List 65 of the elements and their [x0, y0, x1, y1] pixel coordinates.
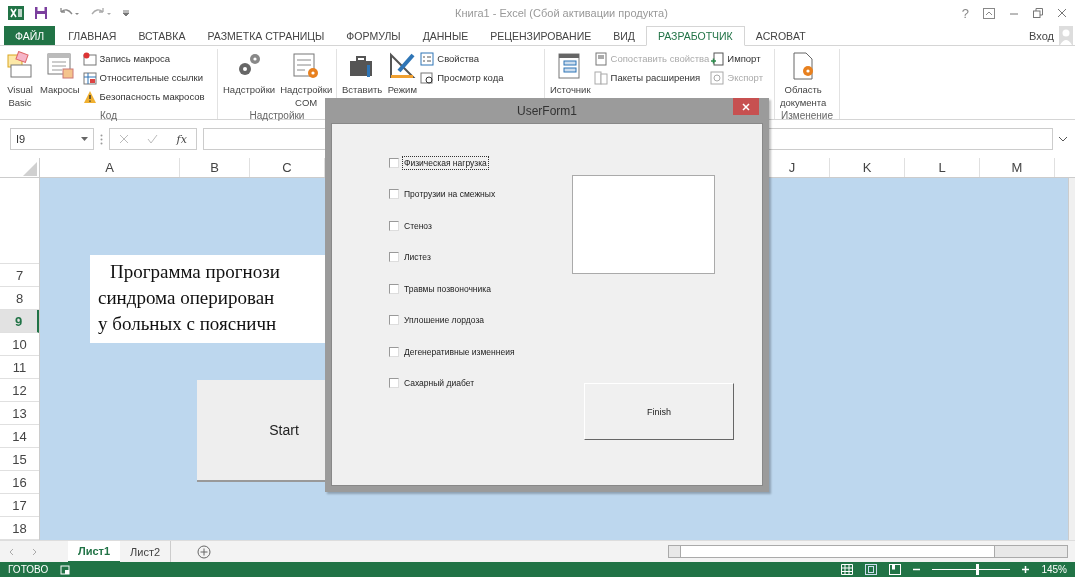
ribbon-tab[interactable]: РЕЦЕНЗИРОВАНИЕ [479, 26, 603, 45]
row-header[interactable]: 9 [0, 310, 39, 333]
status-text: ГОТОВО [8, 564, 49, 575]
ribbon-tab[interactable]: ФОРМУЛЫ [335, 26, 412, 45]
row-header[interactable]: 16 [0, 471, 39, 494]
group-label: Изменение [780, 109, 834, 123]
ribbon-button[interactable]: Режим [385, 49, 420, 105]
column-header[interactable]: A [40, 158, 180, 177]
row-header[interactable]: 7 [0, 264, 39, 287]
ribbon-tab[interactable]: ВИД [602, 26, 646, 45]
ribbon-tab[interactable]: РАЗРАБОТЧИК [645, 26, 745, 46]
ribbon-small-button[interactable]: Относительные ссылки [82, 69, 205, 86]
row-header[interactable]: 12 [0, 379, 39, 402]
row-header[interactable]: 10 [0, 333, 39, 356]
sign-in-link[interactable]: Вход [1029, 29, 1054, 42]
ribbon-button[interactable]: Надстройки [221, 49, 278, 109]
checkbox-label[interactable]: Дегенеративные изменнеия [402, 344, 517, 359]
row-header[interactable]: 17 [0, 494, 39, 517]
group-label: Код [99, 109, 118, 123]
column-header[interactable]: L [905, 158, 980, 177]
ribbon-button[interactable]: Надстройки COM [278, 49, 335, 109]
ribbon-button[interactable]: Вставить [340, 49, 385, 105]
ribbon-tab[interactable]: ACROBAT [744, 26, 817, 45]
ribbon-tab[interactable]: ВСТАВКА [127, 26, 197, 45]
row-header[interactable]: 15 [0, 448, 39, 471]
file-tab[interactable]: ФАЙЛ [4, 26, 56, 45]
checkbox-label[interactable]: Физическая нагрузка [402, 155, 489, 170]
group-label: Надстройки [248, 109, 306, 123]
ribbon-button[interactable]: Область документа [778, 49, 829, 109]
start-button[interactable]: Start [197, 380, 325, 482]
column-header[interactable]: M [980, 158, 1055, 177]
checkbox-label[interactable]: Уплошение лордоза [402, 313, 486, 327]
checkbox-label[interactable]: Сахарный диабет [402, 376, 477, 390]
ribbon-small-button[interactable]: Свойства [420, 50, 504, 67]
ribbon-small-button[interactable]: Просмотр кода [420, 69, 504, 86]
ribbon-small-button[interactable]: Безопасность макросов [82, 88, 205, 105]
finish-button[interactable]: Finish [584, 383, 734, 440]
ribbon-small-button[interactable]: Запись макроса [82, 50, 205, 67]
checkbox-label[interactable]: Травмы позвоночника [402, 281, 493, 296]
ribbon-tab[interactable]: ГЛАВНАЯ [57, 26, 128, 45]
checkbox-label[interactable]: Протрузии на смежных [402, 187, 498, 201]
checkbox-label[interactable]: Стеноз [402, 218, 434, 233]
text-box-line: синдрома оперирован [98, 286, 276, 310]
row-header[interactable]: 13 [0, 402, 39, 425]
sheet-tab[interactable]: Лист1 [68, 540, 121, 563]
ribbon-button[interactable]: Макросы [38, 49, 82, 109]
checkbox-label[interactable]: Листез [402, 250, 433, 264]
column-header[interactable]: B [180, 158, 250, 177]
ribbon-small-button[interactable]: Импорт [710, 50, 763, 67]
dialog-title: UserForm1 [517, 103, 577, 118]
ribbon-small-button[interactable]: Пакеты расширения [593, 69, 710, 86]
ribbon-tab[interactable]: ДАННЫЕ [411, 26, 480, 45]
help-button[interactable]: ? [961, 5, 969, 21]
name-box[interactable]: I9 [10, 128, 94, 150]
text-box-line: Программа прогнози [109, 260, 281, 284]
text-box-line: у больных с поясничн [98, 312, 278, 336]
window-title: Книга1 - Excel (Сбой активации продукта) [455, 7, 668, 19]
row-header[interactable]: 11 [0, 356, 39, 379]
ribbon-button[interactable]: Источник [548, 49, 593, 105]
row-header[interactable]: 14 [0, 425, 39, 448]
ribbon-button[interactable]: Visual Basic [3, 49, 37, 109]
column-header[interactable]: K [830, 158, 905, 177]
zoom-percent[interactable]: 145% [1041, 564, 1067, 575]
ribbon-tab[interactable]: РАЗМЕТКА СТРАНИЦЫ [196, 26, 336, 45]
insert-function-button[interactable]: fx [176, 132, 187, 146]
